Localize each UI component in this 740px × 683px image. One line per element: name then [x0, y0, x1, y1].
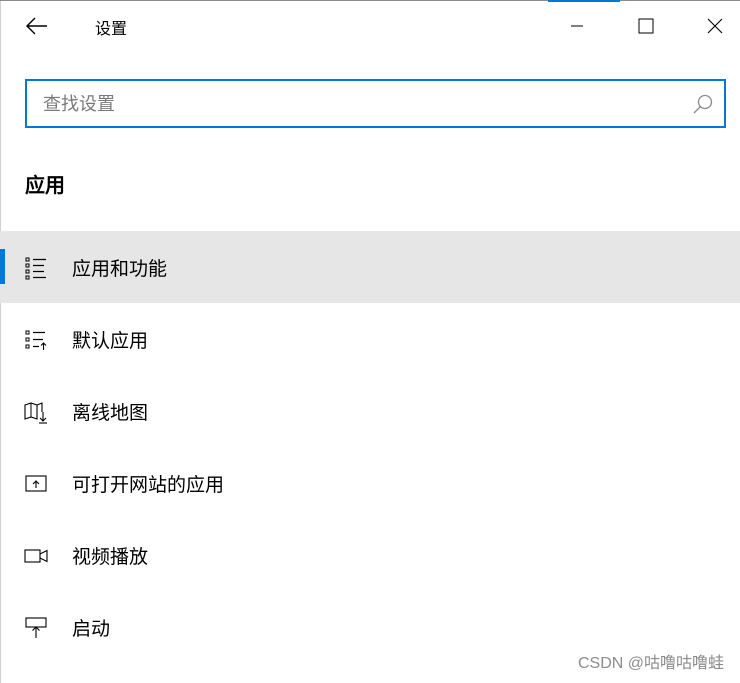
nav-item-apps-for-websites[interactable]: 可打开网站的应用 [0, 447, 740, 519]
startup-icon [23, 615, 49, 641]
nav-item-label: 视频播放 [72, 546, 149, 568]
nav-item-default-apps[interactable]: 默认应用 [0, 303, 740, 375]
nav-item-label: 默认应用 [72, 330, 149, 352]
nav-item-offline-maps[interactable]: 离线地图 [0, 375, 740, 447]
search-box [25, 79, 726, 128]
apps-features-icon [23, 255, 49, 281]
minimize-icon [571, 25, 583, 27]
selection-indicator [0, 249, 5, 284]
title-bar: 设置 [0, 1, 740, 51]
default-apps-icon [23, 327, 49, 353]
watermark: CSDN @咕噜咕噜蛙 [577, 655, 724, 672]
settings-window: 设置 应用 [0, 0, 740, 683]
nav-item-label: 离线地图 [72, 402, 149, 424]
search-input[interactable] [41, 81, 685, 128]
maximize-icon [638, 18, 654, 34]
nav-item-label: 可打开网站的应用 [72, 474, 225, 496]
back-button[interactable] [18, 7, 56, 45]
video-playback-icon [23, 543, 49, 569]
maximize-button[interactable] [623, 1, 669, 51]
close-icon [707, 18, 723, 34]
apps-for-websites-icon [23, 471, 49, 497]
search-icon[interactable] [692, 93, 714, 115]
nav-item-label: 启动 [72, 618, 111, 640]
offline-maps-icon [23, 399, 49, 425]
arrow-left-icon [26, 17, 47, 35]
nav-item-label: 应用和功能 [72, 258, 168, 280]
nav-item-video-playback[interactable]: 视频播放 [0, 519, 740, 591]
window-title: 设置 [95, 19, 128, 38]
section-title: 应用 [25, 173, 65, 197]
minimize-button[interactable] [554, 1, 600, 51]
nav-list: 应用和功能 默认应用 离线地图 可打开网站的应用 视频播放 启动 [0, 231, 740, 663]
nav-item-apps-features[interactable]: 应用和功能 [0, 231, 740, 303]
close-button[interactable] [692, 1, 738, 51]
